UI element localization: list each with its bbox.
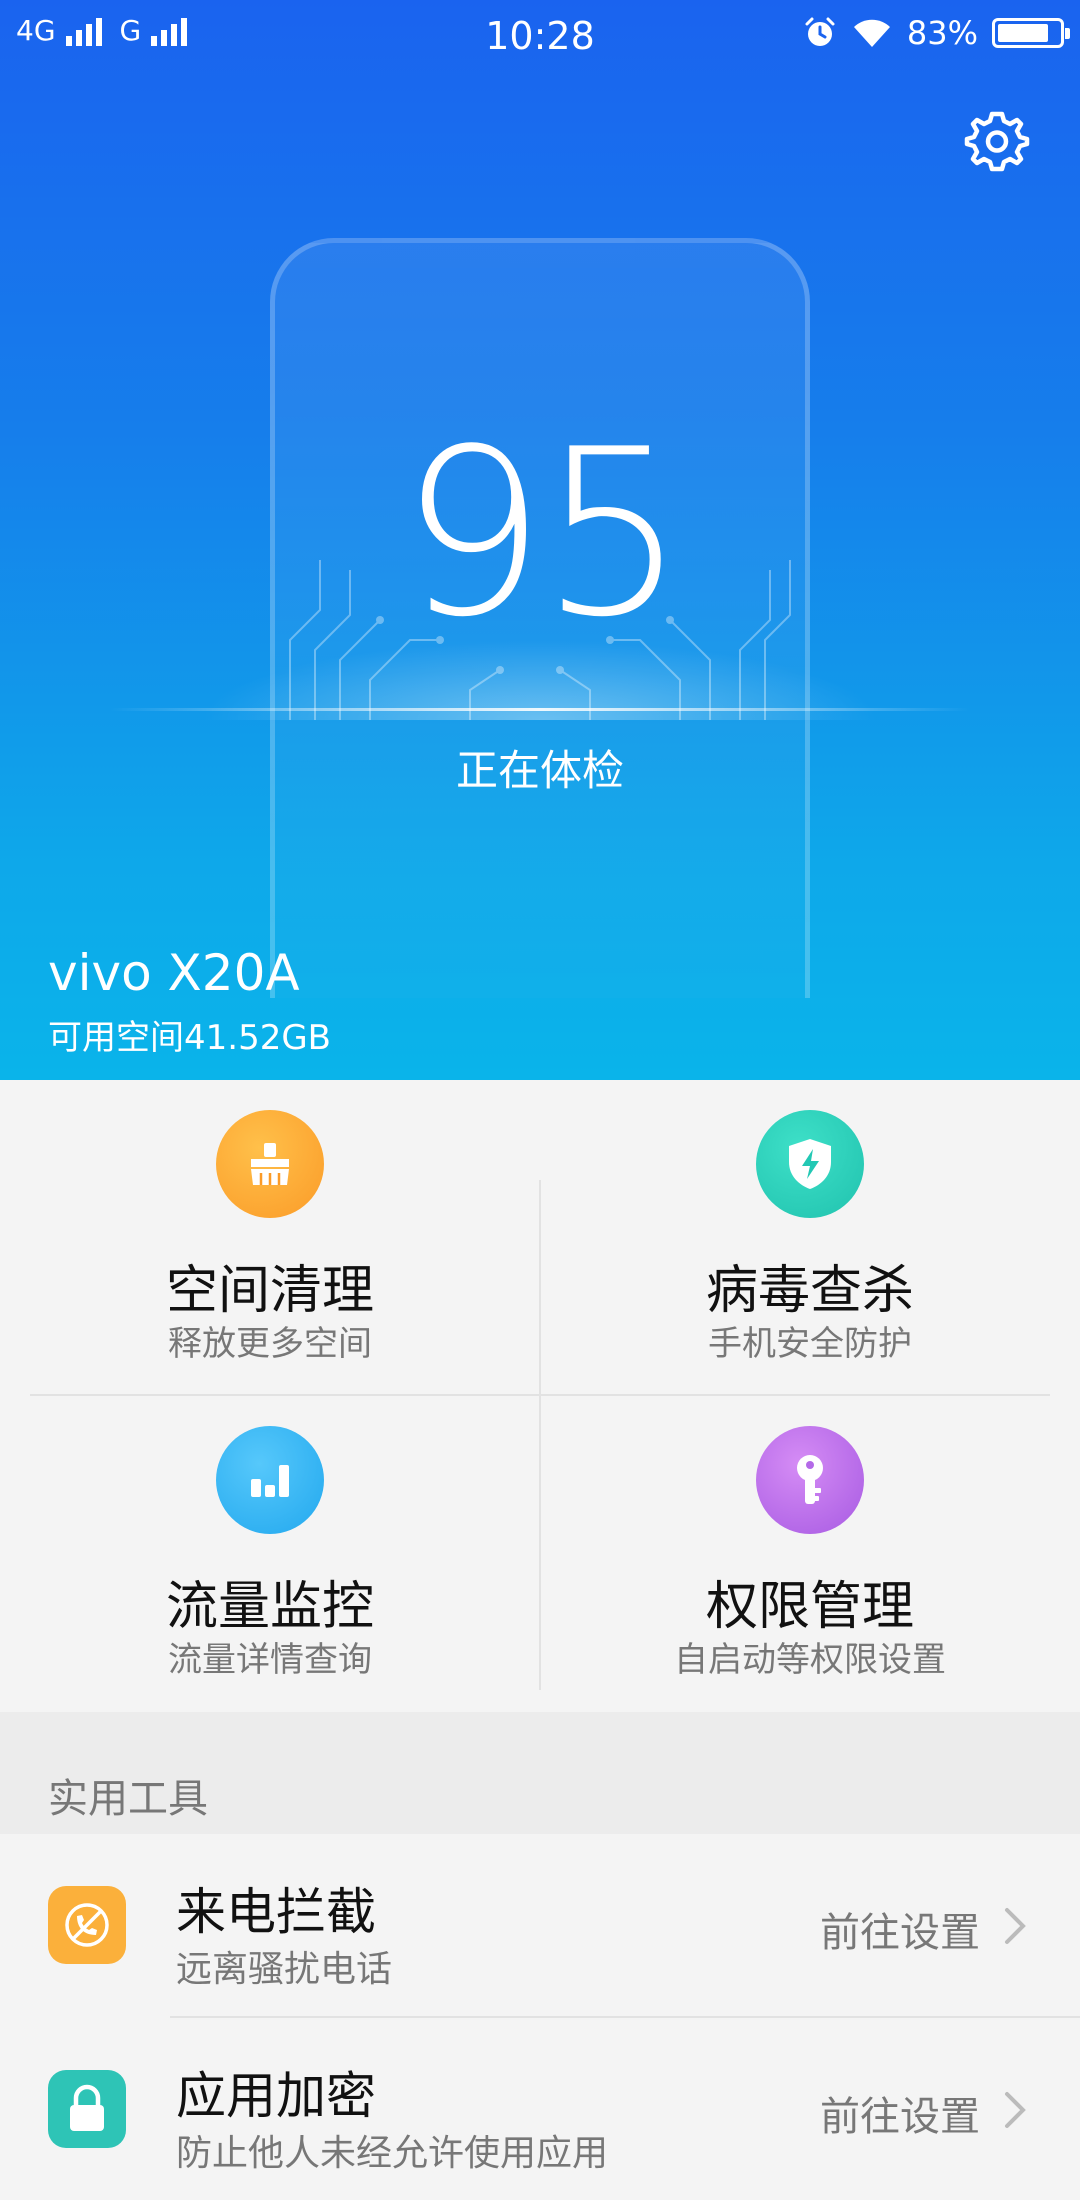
status-bar: 4G G 10:28 83% [0,0,1080,72]
tools-section-title: 实用工具 [48,1776,208,1822]
chevron-right-icon [1005,1908,1026,1944]
tools-section-header: 实用工具 [0,1712,1080,1834]
wifi-icon [853,19,890,47]
go-to-settings-link[interactable]: 前往设置 [820,1900,980,1958]
feature-title: 流量监控 [165,1577,374,1637]
tool-app-lock[interactable]: 应用加密 防止他人未经允许使用应用 前往设置 [0,2018,1080,2200]
key-icon [756,1426,864,1534]
tool-title: 来电拦截 [176,1883,376,1941]
go-to-settings-link[interactable]: 前往设置 [820,2084,980,2142]
device-name: vivo X20A [48,944,300,1002]
shield-bolt-icon [756,1110,864,1218]
feature-data-monitor[interactable]: 流量监控 流量详情查询 [0,1396,540,1712]
feature-grid: 空间清理 释放更多空间 病毒查杀 手机安全防护 流量监控 流量详情查询 权限管理… [0,1080,1080,1712]
lock-icon [48,2070,126,2148]
feature-subtitle: 释放更多空间 [168,1324,372,1364]
tool-call-blocking[interactable]: 来电拦截 远离骚扰电话 前往设置 [0,1834,1080,2018]
battery-icon [992,18,1070,48]
feature-title: 权限管理 [705,1577,914,1637]
bar-chart-icon [216,1426,324,1534]
phone-block-icon [48,1886,126,1964]
feature-subtitle: 手机安全防护 [708,1324,912,1364]
feature-subtitle: 自启动等权限设置 [674,1640,946,1680]
tool-title: 应用加密 [176,2067,376,2125]
available-space: 可用空间41.52GB [48,1018,332,1058]
alarm-icon [805,17,835,46]
hero-panel: 4G G 10:28 83% 95 正在体检 vivo X20A 可用空间41.… [0,0,1080,1080]
checkup-status: 正在体检 [455,746,624,795]
broom-icon [216,1110,324,1218]
tool-subtitle: 远离骚扰电话 [176,1949,393,1990]
grid-vertical-divider [539,1180,541,1690]
feature-title: 病毒查杀 [705,1261,914,1321]
glow-line [110,708,970,711]
feature-permission-manager[interactable]: 权限管理 自启动等权限设置 [540,1396,1080,1712]
feature-title: 空间清理 [165,1261,374,1321]
feature-subtitle: 流量详情查询 [168,1640,372,1680]
tool-subtitle: 防止他人未经允许使用应用 [176,2133,609,2174]
tools-list: 来电拦截 远离骚扰电话 前往设置 应用加密 防止他人未经允许使用应用 前往设置 [0,1834,1080,2174]
battery-percent: 83% [906,14,978,52]
feature-virus-scan[interactable]: 病毒查杀 手机安全防护 [540,1080,1080,1396]
settings-gear-icon[interactable] [964,108,1030,174]
health-score: 95 [399,401,687,668]
feature-space-cleanup[interactable]: 空间清理 释放更多空间 [0,1080,540,1396]
grid-horizontal-divider [30,1394,1050,1396]
chevron-right-icon [1005,2092,1026,2128]
